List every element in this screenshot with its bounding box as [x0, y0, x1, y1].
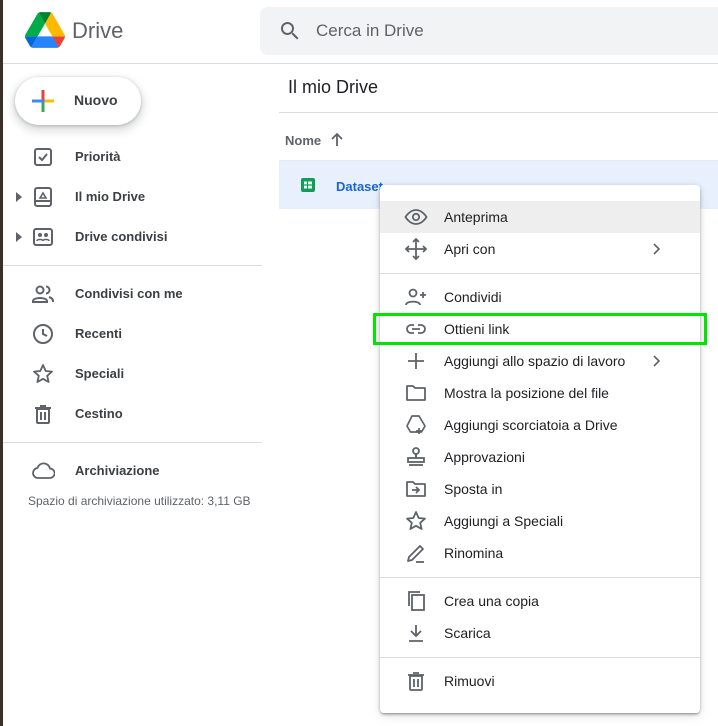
- sidebar-item-label: Archiviazione: [75, 463, 160, 478]
- move-icon: [404, 237, 428, 261]
- my-drive-icon: [31, 185, 55, 209]
- menu-item-label: Apri con: [444, 241, 496, 257]
- sidebar-item-trash[interactable]: Cestino: [3, 394, 261, 434]
- sidebar-divider: [3, 442, 262, 443]
- drive-shortcut-icon: [404, 413, 428, 437]
- menu-item-approvals[interactable]: Approvazioni: [380, 441, 700, 473]
- sidebar-item-priority[interactable]: Priorità: [3, 137, 261, 177]
- menu-item-label: Aggiungi a Speciali: [444, 513, 564, 529]
- search-bar[interactable]: [260, 7, 718, 55]
- menu-item-rename[interactable]: Rinomina: [380, 537, 700, 569]
- trash-icon: [31, 402, 55, 426]
- copy-icon: [404, 589, 428, 613]
- menu-item-add-to-workspace[interactable]: Aggiungi allo spazio di lavoro: [380, 345, 700, 377]
- menu-item-label: Anteprima: [444, 209, 508, 225]
- sidebar-divider: [3, 265, 262, 266]
- column-header-name[interactable]: Nome: [285, 133, 321, 148]
- menu-item-label: Rimuovi: [444, 673, 495, 689]
- star-icon: [404, 509, 428, 533]
- new-button[interactable]: Nuovo: [15, 77, 141, 125]
- menu-item-show-location[interactable]: Mostra la posizione del file: [380, 377, 700, 409]
- menu-item-label: Aggiungi scorciatoia a Drive: [444, 417, 618, 433]
- menu-item-label: Sposta in: [444, 481, 503, 497]
- sidebar-item-label: Il mio Drive: [75, 189, 146, 204]
- menu-item-download[interactable]: Scarica: [380, 617, 700, 649]
- menu-item-preview[interactable]: Anteprima: [380, 201, 700, 233]
- sidebar-item-label: Speciali: [75, 366, 125, 381]
- sidebar-item-my-drive[interactable]: Il mio Drive: [3, 177, 261, 217]
- search-input[interactable]: [316, 7, 696, 55]
- menu-separator: [380, 273, 700, 274]
- storage-usage-text: Spazio di archiviazione utilizzato: 3,11…: [28, 494, 251, 508]
- stamp-icon: [404, 445, 428, 469]
- sidebar-item-label: Priorità: [75, 149, 121, 164]
- sidebar-item-label: Cestino: [75, 406, 123, 421]
- arrow-up-icon[interactable]: [329, 132, 345, 148]
- menu-item-label: Crea una copia: [444, 593, 539, 609]
- trash-icon: [404, 669, 428, 693]
- person-add-icon: [404, 285, 428, 309]
- move-to-icon: [404, 477, 428, 501]
- menu-item-remove[interactable]: Rimuovi: [380, 665, 700, 697]
- sheets-icon: [300, 177, 316, 193]
- menu-item-label: Aggiungi allo spazio di lavoro: [444, 353, 626, 369]
- sidebar-item-label: Condivisi con me: [75, 286, 183, 301]
- file-name: Dataset: [336, 179, 383, 194]
- people-icon: [31, 282, 55, 306]
- sidebar-item-storage[interactable]: Archiviazione: [3, 451, 261, 491]
- plus-icon: [31, 89, 55, 113]
- chevron-right-icon: [652, 353, 662, 369]
- menu-item-make-copy[interactable]: Crea una copia: [380, 585, 700, 617]
- drive-logo-icon[interactable]: [25, 12, 65, 48]
- menu-item-share[interactable]: Condividi: [380, 281, 700, 313]
- app-header: Drive: [3, 0, 718, 64]
- sidebar-item-starred[interactable]: Speciali: [3, 354, 261, 394]
- plus-icon: [404, 349, 428, 373]
- menu-item-open-with[interactable]: Apri con: [380, 233, 700, 265]
- sidebar-item-recent[interactable]: Recenti: [3, 314, 261, 354]
- download-icon: [404, 621, 428, 645]
- brand-name[interactable]: Drive: [72, 18, 123, 44]
- chevron-right-icon: [652, 241, 662, 257]
- menu-separator: [380, 577, 700, 578]
- menu-item-add-to-starred[interactable]: Aggiungi a Speciali: [380, 505, 700, 537]
- new-button-label: Nuovo: [74, 92, 118, 108]
- caret-right-icon[interactable]: [15, 191, 23, 203]
- main-divider: [279, 112, 718, 113]
- pencil-icon: [404, 541, 428, 565]
- menu-item-label: Rinomina: [444, 545, 504, 561]
- clock-icon: [31, 322, 55, 346]
- star-icon: [31, 362, 55, 386]
- page-title[interactable]: Il mio Drive: [288, 77, 378, 98]
- caret-right-icon[interactable]: [15, 231, 23, 243]
- cloud-icon: [31, 459, 55, 483]
- shared-drives-icon: [31, 225, 55, 249]
- highlight-box: [373, 313, 707, 345]
- priority-icon: [31, 145, 55, 169]
- menu-item-label: Scarica: [444, 625, 491, 641]
- menu-item-move-to[interactable]: Sposta in: [380, 473, 700, 505]
- sidebar-item-shared-drives[interactable]: Drive condivisi: [3, 217, 261, 257]
- sidebar-item-label: Recenti: [75, 326, 122, 341]
- eye-icon: [404, 205, 428, 229]
- menu-item-label: Approvazioni: [444, 449, 525, 465]
- menu-item-label: Mostra la posizione del file: [444, 385, 609, 401]
- menu-separator: [380, 657, 700, 658]
- folder-icon: [404, 381, 428, 405]
- sidebar-item-shared-with-me[interactable]: Condivisi con me: [3, 274, 261, 314]
- menu-item-add-shortcut[interactable]: Aggiungi scorciatoia a Drive: [380, 409, 700, 441]
- context-menu: Anteprima Apri con Condividi Ottieni lin…: [380, 185, 700, 713]
- sidebar-item-label: Drive condivisi: [75, 229, 168, 244]
- menu-item-label: Condividi: [444, 289, 502, 305]
- search-icon[interactable]: [278, 19, 302, 43]
